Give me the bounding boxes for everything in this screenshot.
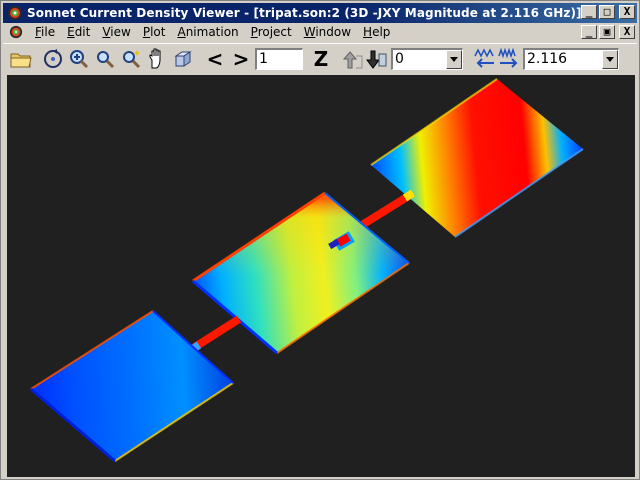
chevron-down-icon[interactable] — [602, 49, 618, 69]
previous-level-button[interactable]: < — [203, 47, 227, 71]
menu-file[interactable]: File — [29, 25, 61, 39]
level-input[interactable]: 1 — [255, 47, 303, 70]
next-level-button[interactable]: > — [229, 47, 253, 71]
menu-plot[interactable]: Plot — [137, 25, 172, 39]
level-select[interactable]: 0 — [391, 47, 463, 70]
menu-project[interactable]: Project — [245, 25, 298, 39]
maximize-button[interactable]: □ — [599, 5, 615, 19]
frequency-select[interactable]: 2.116 — [523, 47, 619, 70]
frequency-up-icon[interactable] — [497, 47, 521, 71]
pan-hand-icon[interactable] — [145, 47, 169, 71]
layer-down-icon[interactable] — [365, 47, 389, 71]
mdi-restore-button[interactable]: ▣ — [599, 25, 615, 39]
feedline-right — [359, 193, 410, 229]
left-pad — [31, 311, 233, 461]
current-density-viewport[interactable] — [7, 75, 635, 477]
feedline-left — [192, 315, 242, 351]
app-window: Sonnet Current Density Viewer - [tripat.… — [0, 0, 640, 480]
menu-window[interactable]: Window — [298, 25, 357, 39]
zoom-fit-icon[interactable] — [119, 47, 143, 71]
window-title: Sonnet Current Density Viewer - [tripat.… — [27, 6, 582, 20]
close-button[interactable]: X — [619, 5, 635, 19]
menu-animation[interactable]: Animation — [171, 25, 244, 39]
sonnet-app-icon[interactable] — [7, 5, 23, 21]
current-density-plot[interactable] — [7, 75, 635, 477]
frequency-select-value: 2.116 — [527, 50, 568, 67]
minimize-button[interactable]: _ — [581, 5, 597, 19]
layer-up-icon[interactable] — [341, 47, 365, 71]
level-select-value: 0 — [395, 50, 404, 67]
toolbar: < > 1 Z 0 2.116 — [3, 43, 637, 73]
z-axis-button[interactable]: Z — [309, 47, 333, 71]
mdi-close-button[interactable]: X — [619, 25, 635, 39]
zoom-in-icon[interactable] — [67, 47, 91, 71]
menu-bar: File Edit View Plot Animation Project Wi… — [3, 23, 637, 41]
open-folder-icon[interactable] — [9, 47, 33, 71]
frequency-down-icon[interactable] — [473, 47, 497, 71]
rotate-view-icon[interactable] — [41, 47, 65, 71]
chevron-down-icon[interactable] — [446, 49, 462, 69]
zoom-out-icon[interactable] — [93, 47, 117, 71]
3d-cube-icon[interactable] — [171, 47, 195, 71]
menu-edit[interactable]: Edit — [61, 25, 96, 39]
menu-view[interactable]: View — [96, 25, 136, 39]
document-icon[interactable] — [9, 25, 23, 39]
mdi-minimize-button[interactable]: _ — [581, 25, 597, 39]
right-pad — [371, 79, 583, 237]
menu-help[interactable]: Help — [357, 25, 396, 39]
title-bar[interactable]: Sonnet Current Density Viewer - [tripat.… — [3, 3, 637, 23]
